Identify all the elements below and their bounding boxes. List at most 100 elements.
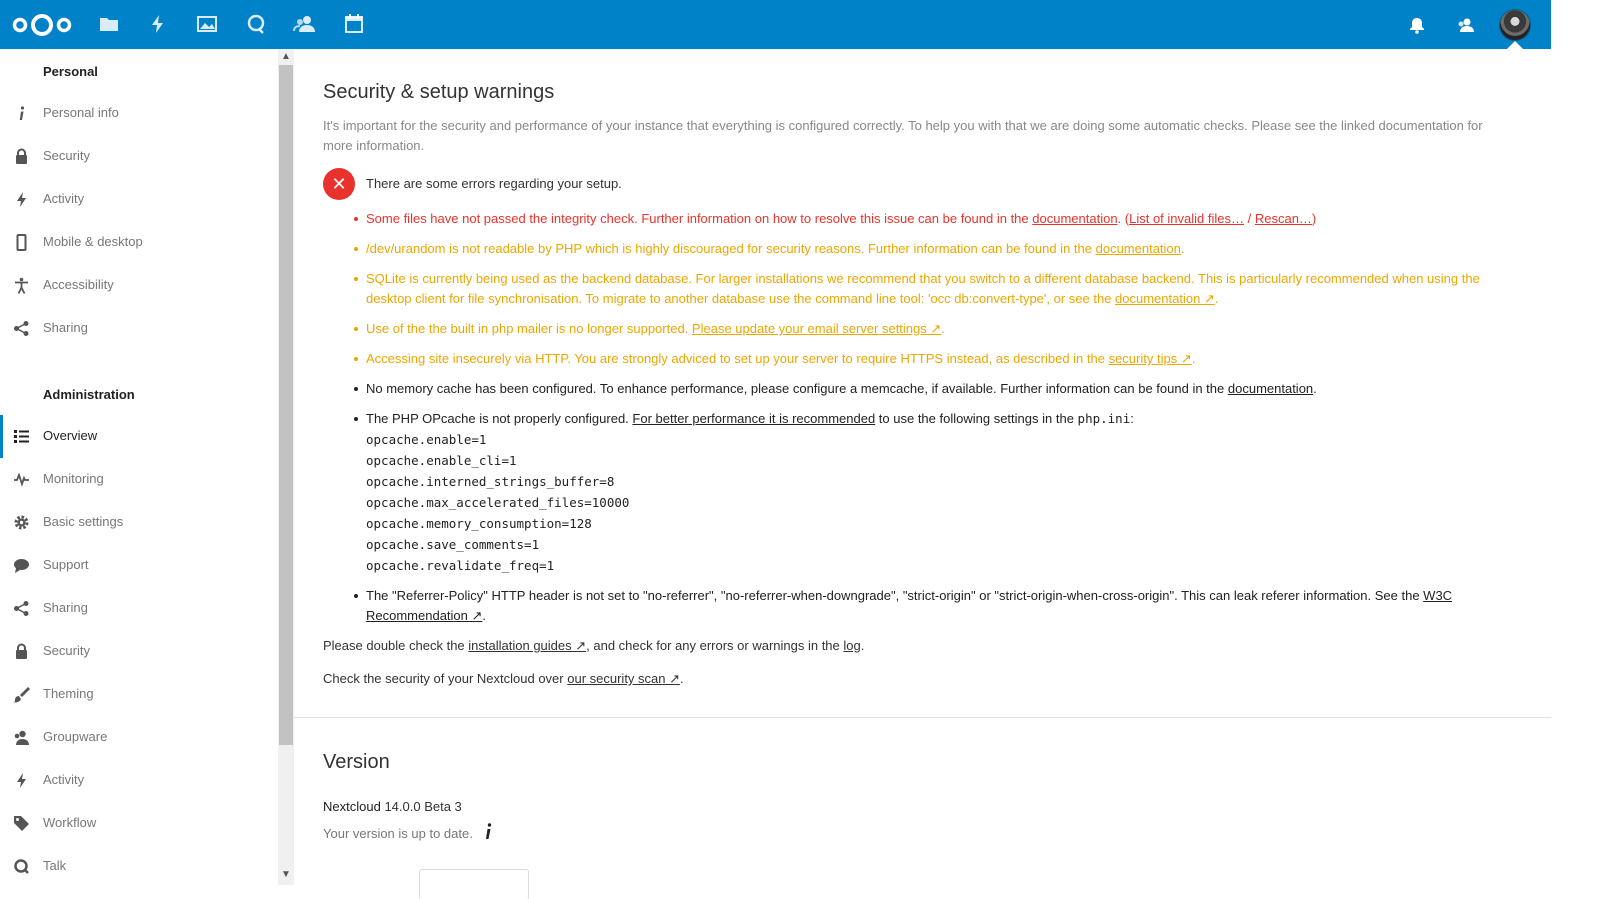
calendar-app-icon[interactable] [342, 12, 366, 36]
sidebar-item-sharing[interactable]: Sharing [0, 307, 278, 350]
sidebar-item-label: Security [43, 148, 90, 163]
notifications-bell-icon[interactable] [1406, 14, 1428, 36]
sidebar-item-label: Theming [43, 686, 94, 701]
section-divider [294, 717, 1551, 718]
sidebar-item-groupware[interactable]: Groupware [0, 716, 278, 759]
monitoring-icon [14, 472, 29, 487]
info-icon [19, 106, 25, 120]
groupware-icon [14, 730, 29, 745]
comment-icon [14, 559, 29, 573]
sidebar-item-overview[interactable]: Overview [0, 415, 278, 458]
sidebar-item-basic-settings[interactable]: Basic settings [0, 501, 278, 544]
photos-app-icon[interactable] [195, 12, 219, 36]
sidebar-item-workflow[interactable]: Workflow [0, 802, 278, 845]
invalid-files-link[interactable]: List of invalid files… [1129, 211, 1244, 226]
warning-php-mailer: Use of the the built in php mailer is no… [354, 319, 1514, 339]
contacts-app-icon[interactable] [293, 12, 317, 36]
update-channel-select[interactable] [419, 869, 529, 899]
security-scan-link[interactable]: our security scan ↗ [567, 671, 680, 686]
sqlite-docs-link[interactable]: documentation ↗ [1115, 291, 1215, 306]
security-intro-text: It's important for the security and perf… [323, 118, 1483, 153]
opcache-setting: opcache.save_comments=1 [366, 537, 540, 552]
opcache-setting: opcache.enable_cli=1 [366, 453, 517, 468]
sidebar-item-personal-info[interactable]: Personal info [0, 92, 278, 135]
sidebar-item-theming[interactable]: Theming [0, 673, 278, 716]
opcache-docs-link[interactable]: For better performance it is recommended [632, 411, 875, 426]
urandom-docs-link[interactable]: documentation [1096, 241, 1181, 256]
sidebar-item-label: Mobile & desktop [43, 234, 143, 249]
warning-referrer-policy: The "Referrer-Policy" HTTP header is not… [354, 586, 1514, 626]
contacts-menu-icon[interactable] [1455, 14, 1477, 36]
sidebar-item-admin-sharing[interactable]: Sharing [0, 587, 278, 630]
activity-app-icon[interactable] [146, 12, 170, 36]
sidebar-item-admin-security[interactable]: Security [0, 630, 278, 673]
right-edge [1551, 0, 1600, 899]
sidebar-item-label: Monitoring [43, 471, 104, 486]
sidebar-scrollbar[interactable]: ▲ ▼ [278, 49, 294, 885]
sidebar-item-label: Groupware [43, 729, 108, 744]
opcache-setting: opcache.interned_strings_buffer=8 [366, 474, 615, 489]
sidebar-item-admin-activity[interactable]: Activity [0, 759, 278, 802]
sidebar-item-accessibility[interactable]: Accessibility [0, 264, 278, 307]
error-summary: There are some errors regarding your set… [366, 176, 622, 191]
nextcloud-logo[interactable] [11, 12, 73, 38]
error-icon: ✕ [323, 168, 355, 200]
security-scan-text: Check the security of your Nextcloud ove… [323, 671, 684, 686]
update-status: Your version is up to date. [323, 826, 473, 841]
warning-sqlite: SQLite is currently being used as the ba… [354, 269, 1514, 309]
brush-icon [13, 687, 30, 703]
security-tips-link[interactable]: security tips ↗ [1109, 351, 1192, 366]
warnings-list: Some files have not passed the integrity… [354, 209, 1514, 636]
version-line: Nextcloud 14.0.0 Beta 3 [323, 799, 462, 814]
sidebar-item-label: Support [43, 557, 89, 572]
sidebar-item-mobile-desktop[interactable]: Mobile & desktop [0, 221, 278, 264]
scroll-up-arrow-icon[interactable]: ▲ [278, 49, 294, 65]
warning-integrity: Some files have not passed the integrity… [354, 209, 1514, 229]
scrollbar-thumb[interactable] [279, 65, 293, 745]
phone-icon [16, 234, 27, 251]
warning-opcache: The PHP OPcache is not properly configur… [354, 409, 1514, 576]
memcache-docs-link[interactable]: documentation [1228, 381, 1313, 396]
talk-icon [14, 859, 29, 874]
settings-sidebar: Personal Personal info Security Activity… [0, 49, 278, 899]
menu-caret [1507, 41, 1523, 49]
sidebar-item-label: Activity [43, 191, 85, 206]
sidebar-item-security[interactable]: Security [0, 135, 278, 178]
activity-icon [17, 192, 26, 207]
sidebar-item-monitoring[interactable]: Monitoring [0, 458, 278, 501]
files-app-icon[interactable] [97, 12, 121, 36]
sidebar-item-activity[interactable]: Activity [0, 178, 278, 221]
warning-urandom: /dev/urandom is not readable by PHP whic… [354, 239, 1514, 259]
sidebar-item-talk[interactable]: Talk [0, 845, 278, 888]
product-name: Nextcloud [323, 799, 381, 814]
rescan-link[interactable]: Rescan… [1255, 211, 1312, 226]
talk-app-icon[interactable] [244, 12, 268, 36]
log-link[interactable]: log [843, 638, 860, 653]
integrity-docs-link[interactable]: documentation [1032, 211, 1117, 226]
scroll-down-arrow-icon[interactable]: ▼ [278, 867, 294, 883]
info-icon[interactable] [482, 822, 494, 840]
share-icon [14, 321, 29, 336]
sidebar-item-label: Workflow [43, 815, 97, 830]
email-settings-link[interactable]: Please update your email server settings… [692, 321, 941, 336]
version-number: 14.0.0 Beta 3 [384, 799, 462, 814]
sidebar-item-label: Personal info [43, 105, 119, 120]
opcache-setting: opcache.revalidate_freq=1 [366, 558, 555, 573]
list-icon [14, 430, 29, 443]
administration-section-title: Administration [43, 387, 135, 402]
top-header [0, 0, 1551, 49]
sidebar-item-label: Basic settings [43, 514, 124, 529]
tag-icon [14, 816, 29, 831]
user-avatar[interactable] [1499, 9, 1531, 41]
sidebar-item-label: Sharing [43, 600, 88, 615]
sidebar-item-label: Overview [43, 428, 98, 443]
main-content: Security & setup warnings It's important… [294, 49, 1551, 899]
sidebar-item-support[interactable]: Support [0, 544, 278, 587]
version-section-title: Version [323, 751, 390, 773]
share-icon [14, 601, 29, 616]
installation-guides-link[interactable]: installation guides ↗ [468, 638, 586, 653]
opcache-settings: opcache.enable=1 opcache.enable_cli=1 op… [366, 429, 1514, 576]
security-section-title: Security & setup warnings [323, 81, 555, 103]
personal-section-title: Personal [43, 64, 98, 79]
activity-icon [17, 773, 26, 788]
